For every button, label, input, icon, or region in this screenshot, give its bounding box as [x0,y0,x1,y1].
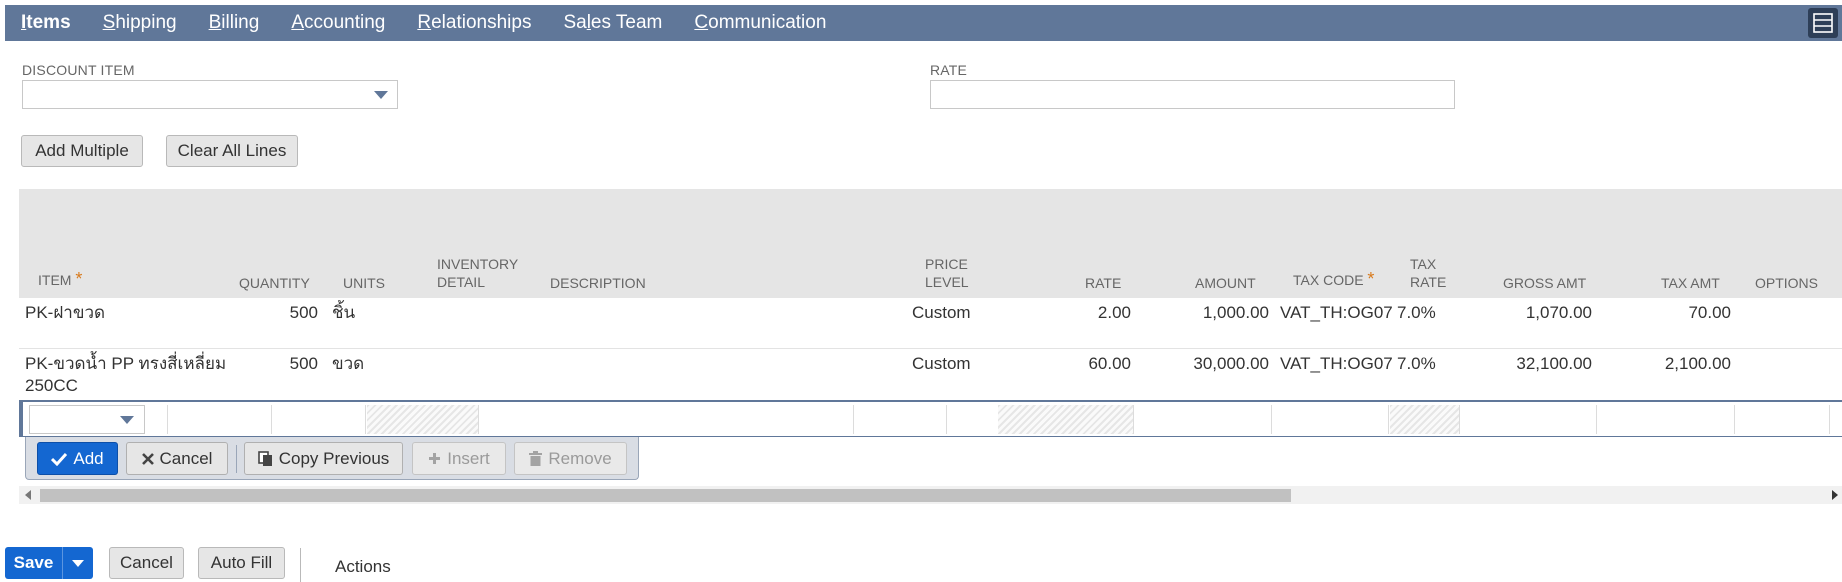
save-button[interactable]: Save [5,547,62,579]
rate-cell [998,405,1134,434]
scroll-right-arrow-icon[interactable] [1832,490,1838,500]
quantity-input[interactable] [168,405,272,434]
col-gross-amt[interactable]: GROSS AMT [1503,274,1586,292]
chevron-down-icon [374,91,388,99]
cancel-button[interactable]: Cancel [109,547,184,579]
discount-item-label: DISCOUNT ITEM [22,62,135,78]
units-select[interactable] [272,405,366,434]
gross-amt-input[interactable] [1461,405,1597,434]
col-tax-rate[interactable]: TAX RATE [1410,255,1446,291]
cell-item: PK-ฝาขวด [25,303,106,322]
close-icon [141,452,154,465]
col-tax-amt[interactable]: TAX AMT [1661,274,1720,292]
tab-accounting[interactable]: Accounting [291,12,385,34]
cell-gross-amt: 1,070.00 [1525,303,1592,322]
add-line-button[interactable]: Add [37,442,118,475]
col-inventory-detail[interactable]: INVENTORY DETAIL [437,255,518,291]
tab-communication[interactable]: Communication [694,12,826,34]
tax-amt-input[interactable] [1598,405,1735,434]
clear-all-lines-button[interactable]: Clear All Lines [166,135,298,167]
col-units[interactable]: UNITS [343,274,385,292]
action-divider [236,445,237,473]
insert-line-button[interactable]: Insert [412,442,506,475]
tab-menu-button[interactable] [1808,8,1838,38]
horizontal-scrollbar[interactable] [19,486,1842,504]
rate-input[interactable] [930,80,1455,109]
tax-code-select[interactable] [1272,405,1389,434]
scrollbar-thumb[interactable] [40,489,1291,502]
cell-tax-rate: 7.0% [1397,354,1436,373]
cell-tax-rate: 7.0% [1397,303,1436,322]
col-price-level[interactable]: PRICE LEVEL [925,255,969,291]
cell-amount: 1,000.00 [1202,303,1269,322]
cell-tax-amt: 2,100.00 [1664,354,1731,373]
line-action-bar: Add Cancel Copy Previous Insert Remove [25,437,639,480]
cell-rate: 2.00 [1097,303,1131,322]
price-level-select[interactable] [854,405,947,434]
cell-rate: 60.00 [1088,354,1131,373]
cell-quantity: 500 [289,354,318,373]
col-amount[interactable]: AMOUNT [1195,274,1256,292]
copy-icon [257,450,272,466]
remove-line-button[interactable]: Remove [514,442,627,475]
col-tax-code[interactable]: TAX CODE * [1293,270,1374,289]
new-line-edit-row [19,400,1842,437]
cell-amount: 30,000.00 [1193,354,1269,373]
chevron-down-icon [72,559,84,567]
actions-menu[interactable]: Actions [335,557,391,577]
description-input[interactable] [480,405,854,434]
cell-gross-amt: 32,100.00 [1516,354,1592,373]
cell-units: ชิ้น [332,303,356,322]
cell-price-level: Custom [912,303,971,322]
auto-fill-button[interactable]: Auto Fill [198,547,285,579]
add-multiple-button[interactable]: Add Multiple [21,135,143,167]
tab-items[interactable]: Items [21,12,71,34]
save-menu-button[interactable] [62,547,93,579]
subtab-bar: Items Shipping Billing Accounting Relati… [5,5,1842,41]
inventory-detail-cell [367,405,479,434]
cell-item: PK-ขวดน้ำ PP ทรงสี่เหลี่ยม 250CC [25,354,227,395]
chevron-down-icon [120,416,134,424]
items-grid-header: ITEM * QUANTITY UNITS INVENTORY DETAIL DE… [19,189,1842,298]
tab-shipping[interactable]: Shipping [103,12,177,34]
col-options[interactable]: OPTIONS [1755,274,1818,292]
footer-divider [300,548,301,582]
tab-sales-team[interactable]: Sales Team [563,12,662,34]
trash-icon [529,451,543,466]
list-menu-icon [1813,13,1833,33]
item-select[interactable] [29,405,145,434]
col-quantity[interactable]: QUANTITY [239,274,310,292]
table-row[interactable]: PK-ฝาขวด 500 ชิ้น Custom 2.00 1,000.00 V… [19,298,1842,348]
tax-rate-cell [1390,405,1460,434]
col-item[interactable]: ITEM * [38,270,82,289]
rate-label: RATE [930,62,968,78]
discount-item-select[interactable] [22,80,398,109]
table-row[interactable]: PK-ขวดน้ำ PP ทรงสี่เหลี่ยม 250CC 500 ขวด … [19,349,1842,399]
tab-relationships[interactable]: Relationships [417,12,531,34]
scroll-left-arrow-icon[interactable] [25,490,31,500]
tab-billing[interactable]: Billing [209,12,260,34]
check-icon [51,452,68,466]
col-description[interactable]: DESCRIPTION [550,274,646,292]
cancel-line-button[interactable]: Cancel [126,442,228,475]
col-rate[interactable]: RATE [1085,274,1121,292]
cell-price-level: Custom [912,354,971,373]
cell-quantity: 500 [289,303,318,322]
cell-units: ขวด [332,354,365,373]
options-cell[interactable] [1736,405,1830,434]
cell-tax-amt: 70.00 [1688,303,1731,322]
copy-previous-button[interactable]: Copy Previous [244,442,403,475]
save-split-button: Save [5,547,93,579]
plus-icon [429,453,441,464]
amount-input[interactable] [1135,405,1272,434]
cell-tax-code: VAT_TH:OG07 [1280,303,1393,322]
cell-tax-code: VAT_TH:OG07 [1280,354,1393,373]
